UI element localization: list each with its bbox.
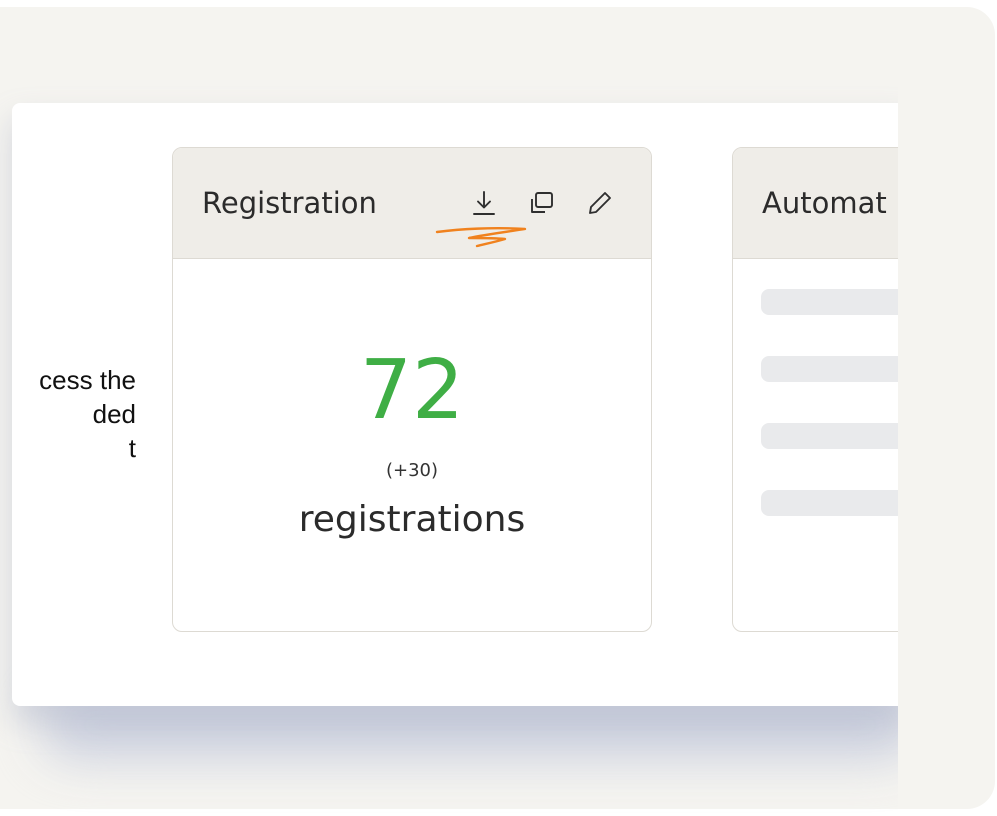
description-line-2: ded	[92, 399, 136, 429]
registration-delta: (+30)	[385, 460, 439, 481]
registration-count: 72	[359, 343, 465, 438]
automation-card: Automat	[732, 147, 898, 632]
description-line-3: t	[128, 433, 136, 463]
download-icon[interactable]	[469, 188, 499, 218]
skeleton-row	[761, 289, 898, 315]
partial-description-text: cess the ded t	[0, 363, 136, 465]
registration-card-header: Registration	[173, 148, 651, 259]
page: cess the ded t Registration 72 (+30) reg…	[0, 0, 997, 816]
registration-card: Registration 72 (+30) registrations	[172, 147, 652, 632]
description-line-1: cess the	[39, 365, 136, 395]
automation-card-header: Automat	[733, 148, 898, 259]
automation-card-title: Automat	[762, 186, 887, 220]
screenshot-viewport: cess the ded t Registration 72 (+30) reg…	[0, 0, 898, 816]
skeleton-row	[761, 423, 898, 449]
registration-metric-label: registrations	[298, 499, 526, 540]
edit-icon[interactable]	[585, 188, 615, 218]
highlight-scribble	[435, 226, 527, 248]
registration-card-title: Registration	[202, 186, 377, 220]
copy-icon[interactable]	[526, 188, 556, 218]
skeleton-row	[761, 490, 898, 516]
skeleton-row	[761, 356, 898, 382]
